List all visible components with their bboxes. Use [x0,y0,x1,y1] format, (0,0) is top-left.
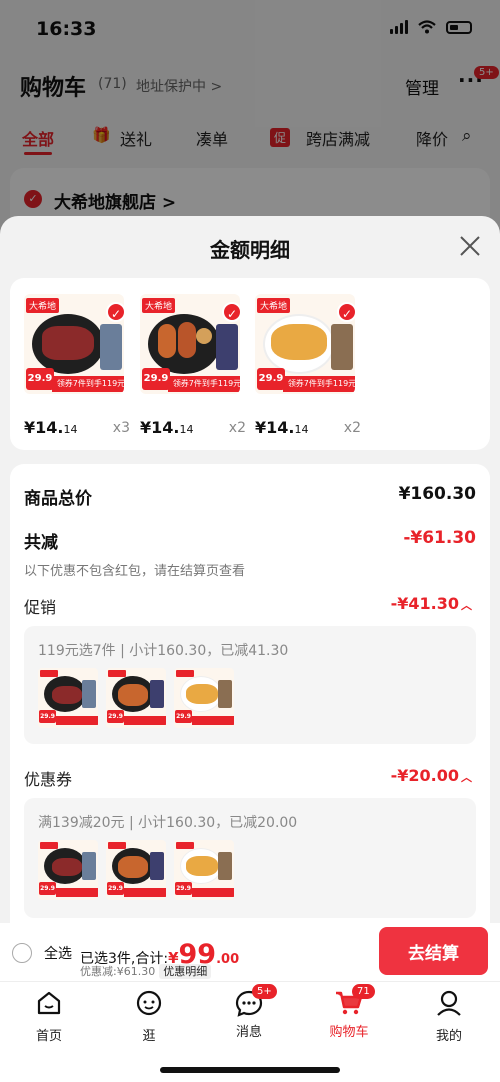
discount-detail-link[interactable]: 优惠明细 [159,964,212,979]
tab-messages[interactable]: 5+ 消息 [214,984,284,1040]
message-badge: 5+ [252,984,277,999]
total-label: 商品总价 [24,489,92,509]
bottom-tab-bar: 首页 逛 5+ 消息 71 购物车 我的 [0,981,500,1082]
price-tag: 29.9 [142,368,170,390]
tab-cart[interactable]: 71 购物车 [314,984,384,1040]
total-value: ¥160.30 [398,484,476,504]
product-price: ¥14.14 [255,418,309,437]
tab-mine[interactable]: 我的 [414,988,484,1044]
discount-note: 以下优惠不包含红包，请在结算页查看 [24,564,246,579]
sheet-title: 金额明细 [210,238,290,262]
product-price: ¥14.14 [24,418,78,437]
home-indicator [160,1067,340,1073]
coupon-toggle[interactable]: -¥20.00 ︿ [391,766,472,785]
product-item[interactable]: 大希地 29.9 领券7件到手119元 ✓ ¥14.14 x3 [24,294,130,437]
tab-browse[interactable]: 逛 [114,988,184,1044]
tab-label: 我的 [435,1029,462,1044]
select-all-label[interactable]: 全选 [44,943,72,963]
brand-badge: 大希地 [142,298,176,313]
product-thumb: 29.9 [106,668,166,728]
promo-banner: 领券7件到手119元 [283,376,355,392]
promo-detail-box: 119元选7件 | 小计160.30，已减41.30 29.9 29.9 29.… [24,626,476,744]
coupon-detail-box: 满139减20元 | 小计160.30，已减20.00 29.9 29.9 29… [24,798,476,918]
price-tag: 29.9 [26,368,54,390]
selected-products: 大希地 29.9 领券7件到手119元 ✓ ¥14.14 x3 大希地 29.9… [10,278,490,450]
product-price: ¥14.14 [140,418,194,437]
product-qty: x2 [343,420,361,436]
product-thumb: 29.9 [174,840,234,900]
browse-icon [136,990,162,1016]
tab-label: 购物车 [329,1025,369,1040]
product-thumb: 29.9 [174,668,234,728]
reduce-value: -¥61.30 [403,528,476,548]
close-icon[interactable] [458,234,482,258]
product-qty: x2 [228,420,246,436]
promo-label: 促销 [24,598,57,617]
chevron-up-icon: ︿ [461,599,472,612]
product-item[interactable]: 大希地 29.9 领券7件到手119元 ✓ ¥14.14 x2 [140,294,246,437]
check-icon: ✓ [337,302,357,322]
product-thumb: 29.9 [106,840,166,900]
select-all-radio[interactable] [12,943,32,963]
product-qty: x3 [112,420,130,436]
coupon-detail-text: 满139减20元 | 小计160.30，已减20.00 [38,815,298,831]
coupon-label: 优惠券 [24,770,73,789]
checkout-button[interactable]: 去结算 [379,927,488,975]
discount-summary: 优惠减:¥61.30 优惠明细 [80,963,212,979]
tab-label: 消息 [235,1025,262,1040]
tab-home[interactable]: 首页 [14,988,84,1044]
amount-breakdown: 商品总价 ¥160.30 共减 -¥61.30 以下优惠不包含红包，请在结算页查… [10,464,490,923]
reduce-label: 共减 [24,533,58,553]
product-thumb: 29.9 [38,840,98,900]
check-icon: ✓ [106,302,126,322]
promo-detail-text: 119元选7件 | 小计160.30，已减41.30 [38,643,289,659]
price-tag: 29.9 [257,368,285,390]
chevron-up-icon: ︿ [461,771,472,784]
amount-detail-sheet: 金额明细 大希地 29.9 领券7件到手119元 ✓ ¥14.14 x3 大希地… [0,216,500,923]
profile-icon [437,990,461,1016]
tab-label: 逛 [142,1029,156,1044]
product-thumb: 29.9 [38,668,98,728]
brand-badge: 大希地 [257,298,291,313]
home-icon [37,991,61,1015]
checkout-bar: 全选 已选3件,合计:¥99.00 优惠减:¥61.30 优惠明细 去结算 [0,923,500,981]
tab-label: 首页 [35,1029,62,1044]
cart-badge: 71 [352,984,375,999]
check-icon: ✓ [222,302,242,322]
promo-banner: 领券7件到手119元 [52,376,124,392]
brand-badge: 大希地 [26,298,60,313]
promo-banner: 领券7件到手119元 [168,376,240,392]
product-item[interactable]: 大希地 29.9 领券7件到手119元 ✓ ¥14.14 x2 [255,294,361,437]
promo-toggle[interactable]: -¥41.30 ︿ [391,594,472,613]
